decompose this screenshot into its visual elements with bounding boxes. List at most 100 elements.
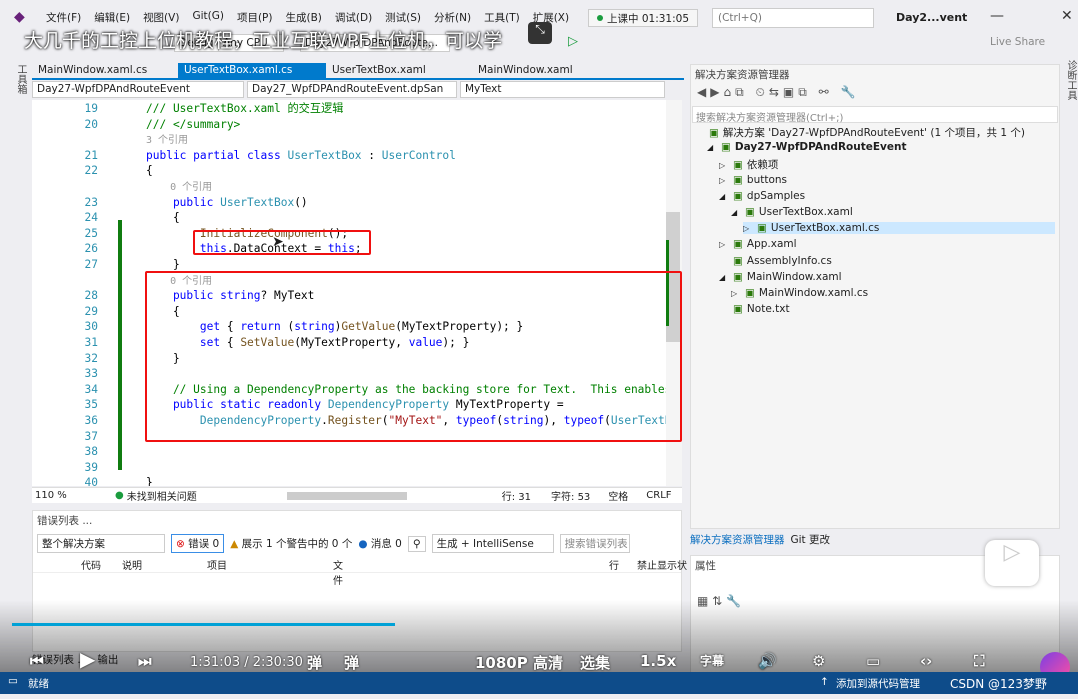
expand-arrow-icon[interactable]: ▷ <box>719 240 733 249</box>
code-token: /// UserTextBox.xaml 的交互逻辑 <box>146 102 344 115</box>
up-arrow-icon: ↑ <box>820 676 829 688</box>
code-line: 21 public partial class UserTextBox : Use… <box>32 148 672 164</box>
tree-item[interactable]: ◢ ▣ MainWindow.xaml <box>719 271 842 283</box>
danmaku-settings-icon[interactable]: 弹 <box>344 652 359 673</box>
search-input[interactable]: (Ctrl+Q) <box>712 8 874 28</box>
solution-toolbar[interactable]: ◀▶⌂⧉ ⏲⇆▣⧉ ⚯ 🔧 <box>697 85 859 100</box>
tab-usertextbox-xaml-cs[interactable]: UserTextBox.xaml.cs <box>178 63 326 78</box>
tree-item-label: 依赖项 <box>746 159 779 172</box>
tree-item[interactable]: ▣ 解决方案 'Day27-WpfDPAndRouteEvent' (1 个项目，… <box>695 125 1025 140</box>
zoom-level[interactable]: 110 % <box>35 490 85 501</box>
menu-item[interactable]: Git(G) <box>192 10 224 25</box>
class-combo[interactable]: Day27_WpfDPAndRouteEvent.dpSan <box>247 81 457 98</box>
menu-item[interactable]: 调试(D) <box>335 10 372 25</box>
danmaku-icon[interactable]: 弹 <box>307 652 322 673</box>
video-progress-bar[interactable] <box>12 623 395 626</box>
indent-indicator[interactable]: 空格 <box>608 488 628 503</box>
tree-item[interactable]: ◢ ▣ Day27-WpfDPAndRouteEvent <box>707 141 907 153</box>
fullscreen-icon[interactable]: ⛶ <box>974 652 985 670</box>
panel-tab[interactable]: Git 更改 <box>791 532 831 547</box>
code-line: 19 /// UserTextBox.xaml 的交互逻辑 <box>32 101 672 117</box>
filter-icon[interactable]: ⚲ <box>407 535 426 552</box>
file-icon: ▣ <box>745 287 755 299</box>
menu-item[interactable]: 生成(B) <box>285 10 321 25</box>
subtitle-button[interactable]: 字幕 <box>700 652 724 669</box>
exit-fullscreen-icon[interactable]: ⤡ <box>528 22 552 44</box>
source-combo[interactable]: 生成 + IntelliSense <box>431 534 554 553</box>
source-control-button[interactable]: 添加到源代码管理 <box>836 676 920 691</box>
tab-usertextbox-xaml[interactable]: UserTextBox.xaml <box>326 63 472 78</box>
next-icon[interactable]: ⏭ <box>138 652 152 670</box>
quality-button[interactable]: 1080P 高清 <box>475 652 563 673</box>
tab-mainwindow-xaml-cs[interactable]: MainWindow.xaml.cs <box>32 63 178 78</box>
messages-filter[interactable]: 消息 0 <box>371 538 402 550</box>
live-status[interactable]: 上课中 01:31:05 <box>588 9 698 27</box>
expand-arrow-icon[interactable]: ◢ <box>719 273 733 282</box>
video-time: 1:31:03 / 2:30:30 <box>190 655 303 670</box>
horizontal-scrollbar[interactable] <box>286 491 407 500</box>
window-title: Day2...vent <box>896 11 968 24</box>
code-token: () <box>294 195 308 209</box>
error-search-input[interactable]: 搜索错误列表 <box>559 534 630 553</box>
tree-item[interactable]: ▣ AssemblyInfo.cs <box>719 255 832 267</box>
live-share-button[interactable]: Live Share <box>990 36 1045 48</box>
member-combo[interactable]: MyText <box>460 81 665 98</box>
previous-icon[interactable]: ⏮ <box>30 652 44 670</box>
expand-arrow-icon[interactable]: ▷ <box>719 176 733 185</box>
tree-item[interactable]: ▷ ▣ 依赖项 <box>719 157 778 172</box>
feedback-icon[interactable]: ▭ <box>8 675 18 687</box>
tree-item[interactable]: ◢ ▣ UserTextBox.xaml <box>731 206 853 218</box>
tree-item-label: MainWindow.xaml <box>746 270 842 283</box>
episodes-button[interactable]: 选集 <box>580 652 610 673</box>
tree-item[interactable]: ▣ Note.txt <box>719 303 790 315</box>
eol-indicator[interactable]: CRLF <box>646 490 671 501</box>
diagnostics-strip[interactable]: 诊断工具 <box>1062 60 1078 120</box>
tree-item[interactable]: ▷ ▣ App.xaml <box>719 238 797 250</box>
errors-filter[interactable]: 错误 0 <box>188 538 219 550</box>
play-icon[interactable]: ▶ <box>80 647 95 671</box>
tree-item[interactable]: ▷ ▣ buttons <box>719 174 787 186</box>
code-text: 3 个引用 <box>146 132 188 149</box>
highlight-box-property <box>145 271 682 442</box>
expand-arrow-icon[interactable]: ▷ <box>719 161 733 170</box>
menu-item[interactable]: 测试(S) <box>385 10 421 25</box>
expand-arrow-icon[interactable]: ◢ <box>719 192 733 201</box>
menu-item[interactable]: 分析(N) <box>434 10 471 25</box>
code-token[interactable]: 3 个引用 <box>146 135 188 146</box>
tree-item[interactable]: ◢ ▣ dpSamples <box>719 190 805 202</box>
menu-item[interactable]: 视图(V) <box>143 10 179 25</box>
tree-item-label: App.xaml <box>746 238 797 251</box>
minimize-button[interactable]: — <box>990 8 1004 24</box>
volume-icon[interactable]: 🔊 <box>758 652 777 670</box>
scope-combo[interactable]: 整个解决方案 <box>37 534 165 553</box>
start-icon[interactable]: ▷ <box>568 34 578 49</box>
expand-arrow-icon[interactable]: ▷ <box>743 224 757 233</box>
webfullscreen-icon[interactable]: ‹› <box>920 652 932 670</box>
warnings-filter[interactable]: 展示 1 个警告中的 0 个 <box>242 538 353 550</box>
tree-item[interactable]: ▷ ▣ UserTextBox.xaml.cs <box>743 222 1055 235</box>
menu-item[interactable]: 编辑(E) <box>94 10 130 25</box>
pip-icon[interactable]: ▭ <box>866 652 880 670</box>
speed-button[interactable]: 1.5x <box>640 652 676 670</box>
expand-arrow-icon[interactable]: ▷ <box>731 289 745 298</box>
menu-item[interactable]: 项目(P) <box>237 10 273 25</box>
issues-status[interactable]: 未找到相关问题 <box>127 488 197 503</box>
expand-arrow-icon[interactable]: ◢ <box>731 208 745 217</box>
menu-item[interactable]: 工具(T) <box>484 10 520 25</box>
toolbox-strip[interactable]: 工具箱 <box>10 64 28 94</box>
menu-item[interactable]: 文件(F) <box>46 10 81 25</box>
settings-icon[interactable]: ⚙ <box>812 652 825 670</box>
column-header[interactable]: 禁止显示状 <box>637 557 697 572</box>
project-combo[interactable]: Day27-WpfDPAndRouteEvent <box>32 81 244 98</box>
code-token: } <box>146 476 153 486</box>
column-header[interactable]: 项目 <box>207 557 489 572</box>
panel-tab[interactable]: 解决方案资源管理器 <box>690 532 785 547</box>
tab-mainwindow-xaml[interactable]: MainWindow.xaml <box>472 63 618 78</box>
tree-item[interactable]: ▷ ▣ MainWindow.xaml.cs <box>731 287 868 299</box>
solution-search-input[interactable]: 搜索解决方案资源管理器(Ctrl+;) <box>692 106 1058 124</box>
code-token[interactable]: 0 个引用 <box>146 182 212 193</box>
close-window-button[interactable]: ✕ <box>1061 8 1073 24</box>
expand-arrow-icon[interactable]: ◢ <box>707 143 721 152</box>
tv-logo-icon: ▷ <box>985 540 1039 586</box>
line-number: 40 <box>84 476 98 486</box>
